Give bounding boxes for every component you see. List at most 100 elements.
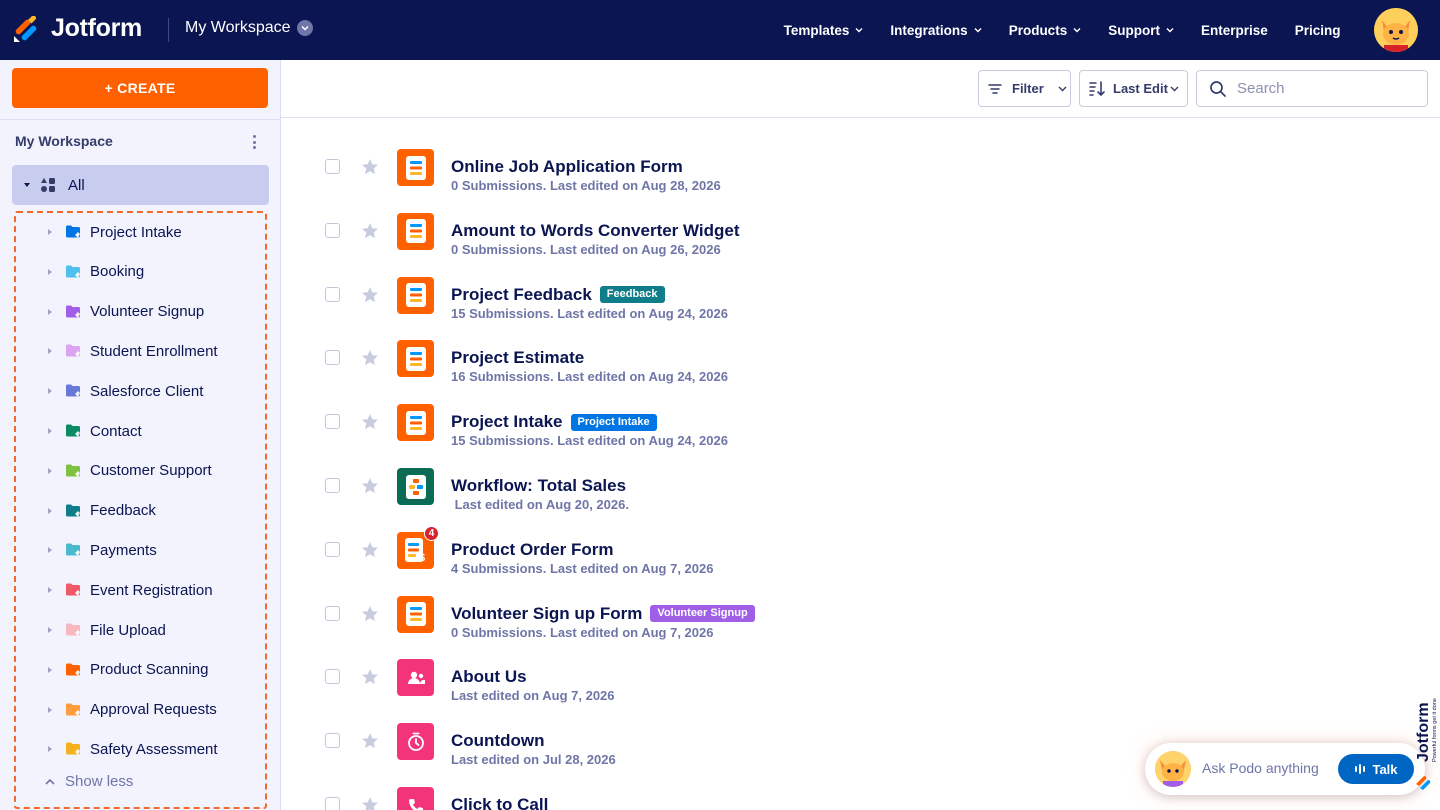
- select-checkbox[interactable]: [325, 797, 340, 810]
- form-icon[interactable]: [397, 404, 434, 442]
- caret-right-icon[interactable]: [47, 507, 53, 515]
- workspace-switcher[interactable]: My Workspace: [185, 19, 313, 37]
- phone-icon[interactable]: [397, 787, 434, 810]
- stopwatch-icon[interactable]: [397, 723, 434, 761]
- form-title[interactable]: Click to Call: [451, 795, 548, 810]
- form-title[interactable]: Project Intake Project Intake: [451, 412, 657, 432]
- search-box[interactable]: [1196, 70, 1428, 107]
- user-avatar[interactable]: [1374, 8, 1418, 52]
- star-icon[interactable]: [361, 541, 379, 559]
- star-icon[interactable]: [361, 349, 379, 367]
- select-checkbox[interactable]: [325, 222, 340, 238]
- form-icon[interactable]: [397, 595, 434, 633]
- form-row[interactable]: $4 Product Order Form 4 Submissions. Last …: [281, 510, 1440, 576]
- star-icon[interactable]: [361, 413, 379, 431]
- form-icon[interactable]: [397, 149, 434, 186]
- nav-support[interactable]: Support: [1095, 23, 1188, 38]
- caret-right-icon[interactable]: [47, 586, 53, 594]
- podo-assistant[interactable]: Ask Podo anything Talk: [1145, 743, 1425, 795]
- form-title[interactable]: Workflow: Total Sales: [451, 476, 626, 496]
- nav-products[interactable]: Products: [995, 23, 1095, 38]
- caret-right-icon[interactable]: [47, 706, 53, 714]
- sidebar-folder-item[interactable]: Event Registration: [16, 572, 265, 608]
- select-checkbox[interactable]: [325, 541, 340, 557]
- select-checkbox[interactable]: [325, 414, 340, 430]
- form-row[interactable]: Online Job Application Form 0 Submissions…: [281, 127, 1440, 193]
- caret-right-icon[interactable]: [47, 546, 53, 554]
- caret-right-icon[interactable]: [47, 427, 53, 435]
- caret-right-icon[interactable]: [47, 626, 53, 634]
- caret-down-icon[interactable]: [23, 181, 31, 189]
- talk-button[interactable]: Talk: [1338, 754, 1414, 784]
- form-row[interactable]: Project Feedback Feedback 15 Submissions. …: [281, 255, 1440, 321]
- podo-prompt[interactable]: Ask Podo anything: [1202, 760, 1319, 776]
- form-row[interactable]: About Us Last edited on Aug 7, 2026: [281, 637, 1440, 703]
- select-checkbox[interactable]: [325, 286, 340, 302]
- select-checkbox[interactable]: [325, 350, 340, 366]
- sidebar-folder-item[interactable]: Volunteer Signup: [16, 294, 265, 330]
- select-checkbox[interactable]: [325, 669, 340, 685]
- form-title[interactable]: About Us: [451, 667, 527, 687]
- star-icon[interactable]: [361, 477, 379, 495]
- select-checkbox[interactable]: [325, 478, 340, 493]
- sidebar-folder-item[interactable]: Product Scanning: [16, 652, 265, 688]
- caret-right-icon[interactable]: [47, 347, 53, 355]
- sidebar-folder-item[interactable]: Safety Assessment: [16, 731, 265, 767]
- sidebar-folder-item[interactable]: File Upload: [16, 612, 265, 648]
- form-icon[interactable]: [397, 340, 434, 378]
- sidebar-folder-item[interactable]: Student Enrollment: [16, 333, 265, 369]
- star-icon[interactable]: [361, 732, 379, 750]
- caret-right-icon[interactable]: [47, 666, 53, 674]
- form-title[interactable]: Volunteer Sign up Form Volunteer Signup: [451, 604, 755, 624]
- show-less-toggle[interactable]: Show less: [45, 773, 133, 790]
- form-title[interactable]: Countdown: [451, 731, 544, 751]
- form-title[interactable]: Project Estimate: [451, 348, 584, 368]
- nav-enterprise[interactable]: Enterprise: [1187, 23, 1281, 38]
- more-options-icon[interactable]: [248, 134, 260, 150]
- sidebar-folder-item[interactable]: Booking: [16, 254, 265, 290]
- app-users-icon[interactable]: [397, 659, 434, 697]
- sidebar-folder-item[interactable]: Feedback: [16, 493, 265, 529]
- form-row[interactable]: Volunteer Sign up Form Volunteer Signup 0 …: [281, 574, 1440, 640]
- sidebar-folder-item[interactable]: Project Intake: [16, 214, 265, 250]
- form-row[interactable]: Workflow: Total Sales Last edited on Aug…: [281, 446, 1440, 512]
- star-icon[interactable]: [361, 222, 379, 240]
- sidebar-folder-item[interactable]: Approval Requests: [16, 692, 265, 728]
- caret-right-icon[interactable]: [47, 308, 53, 316]
- select-checkbox[interactable]: [325, 605, 340, 621]
- caret-right-icon[interactable]: [47, 268, 53, 276]
- jotform-logo[interactable]: Jotform: [14, 14, 142, 43]
- caret-right-icon[interactable]: [47, 387, 53, 395]
- nav-pricing[interactable]: Pricing: [1281, 23, 1354, 38]
- star-icon[interactable]: [361, 286, 379, 304]
- form-title[interactable]: Project Feedback Feedback: [451, 285, 665, 305]
- star-icon[interactable]: [361, 668, 379, 686]
- star-icon[interactable]: [361, 158, 379, 176]
- form-title[interactable]: Online Job Application Form: [451, 157, 683, 177]
- caret-right-icon[interactable]: [47, 745, 53, 753]
- filter-button[interactable]: Filter: [978, 70, 1071, 107]
- sidebar-folder-item[interactable]: Payments: [16, 532, 265, 568]
- sidebar-item-all[interactable]: All: [12, 165, 269, 205]
- sidebar-folder-item[interactable]: Customer Support: [16, 453, 265, 489]
- form-icon[interactable]: [397, 276, 434, 314]
- form-row[interactable]: Amount to Words Converter Widget 0 Submis…: [281, 191, 1440, 257]
- select-checkbox[interactable]: [325, 733, 340, 749]
- workflow-icon[interactable]: [397, 468, 434, 505]
- form-row[interactable]: Project Estimate 16 Submissions. Last edi…: [281, 318, 1440, 384]
- form-title[interactable]: Product Order Form: [451, 540, 613, 560]
- star-icon[interactable]: [361, 605, 379, 623]
- select-checkbox[interactable]: [325, 159, 340, 174]
- sidebar-folder-item[interactable]: Salesforce Client: [16, 373, 265, 409]
- nav-integrations[interactable]: Integrations: [877, 23, 995, 38]
- create-button[interactable]: + CREATE: [12, 68, 268, 108]
- caret-right-icon[interactable]: [47, 228, 53, 236]
- sidebar-folder-item[interactable]: Contact: [16, 413, 265, 449]
- nav-templates[interactable]: Templates: [770, 23, 877, 38]
- form-icon[interactable]: [397, 212, 434, 250]
- search-input[interactable]: [1237, 80, 1417, 97]
- caret-right-icon[interactable]: [47, 467, 53, 475]
- form-title[interactable]: Amount to Words Converter Widget: [451, 221, 740, 241]
- star-icon[interactable]: [361, 796, 379, 810]
- sort-button[interactable]: Last Edit: [1079, 70, 1188, 107]
